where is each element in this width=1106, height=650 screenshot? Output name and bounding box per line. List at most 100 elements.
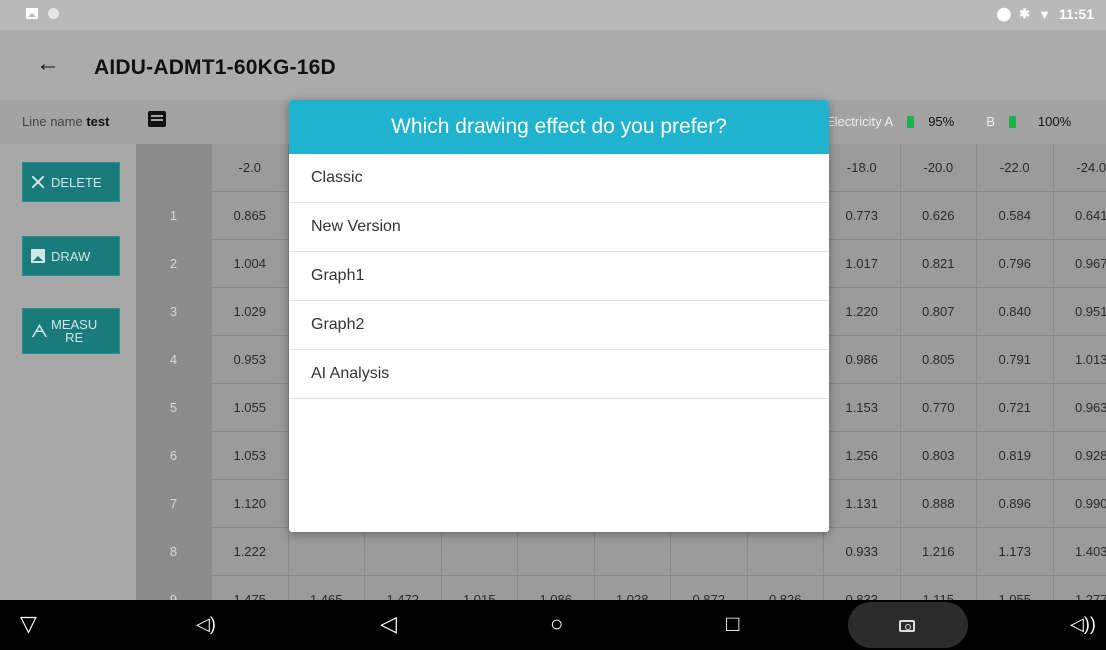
table-cell[interactable]: 1.465 <box>289 576 365 600</box>
table-cell[interactable]: 1.472 <box>365 576 442 600</box>
message-icon[interactable] <box>148 111 166 127</box>
table-cell[interactable] <box>594 528 671 576</box>
location-icon: ⬤ <box>996 6 1012 21</box>
table-row-header: 5 <box>136 384 212 432</box>
table-cell[interactable]: 0.791 <box>977 336 1054 384</box>
option-new-version[interactable]: New Version <box>289 203 829 252</box>
table-cell[interactable]: 1.015 <box>442 576 518 600</box>
table-cell[interactable]: 0.807 <box>900 288 977 336</box>
table-cell[interactable] <box>365 528 442 576</box>
table-cell[interactable]: 1.028 <box>595 576 671 600</box>
table-cell[interactable]: 1.029 <box>212 288 289 336</box>
back-nav-icon[interactable]: ◁ <box>380 612 397 636</box>
option-graph2[interactable]: Graph2 <box>289 301 829 350</box>
table-cell[interactable]: 0.865 <box>212 192 289 240</box>
table-cell[interactable]: 1.131 <box>824 480 901 528</box>
table-cell[interactable]: 0.953 <box>212 336 289 384</box>
status-left <box>26 8 59 19</box>
table-cell[interactable]: 1.053 <box>212 432 289 480</box>
measure-label: MEASU RE <box>51 318 97 344</box>
draw-button[interactable]: DRAW <box>22 236 120 276</box>
bluetooth-icon: ✱ <box>1019 6 1031 21</box>
table-cell[interactable]: 1.222 <box>212 528 289 576</box>
table-corner-cell <box>136 144 212 192</box>
table-cell[interactable]: 0.872 <box>671 576 748 600</box>
table-cell[interactable]: 0.986 <box>824 336 901 384</box>
table-cell[interactable]: 1.055 <box>977 576 1054 600</box>
table-cell[interactable]: 0.770 <box>900 384 977 432</box>
table-header-cell: -20.0 <box>900 144 977 192</box>
electricity-status: Electricity A 95% B 100% <box>826 114 1071 129</box>
table-cell[interactable]: 0.584 <box>977 192 1054 240</box>
delete-button[interactable]: DELETE <box>22 162 120 202</box>
option-graph1[interactable]: Graph1 <box>289 252 829 301</box>
table-cell[interactable]: 0.951 <box>1053 288 1106 336</box>
measure-button[interactable]: ᗅ MEASU RE <box>22 308 120 354</box>
table-cell[interactable] <box>441 528 518 576</box>
table-cell[interactable]: 0.796 <box>977 240 1054 288</box>
table-cell[interactable] <box>747 528 824 576</box>
navigation-bar: ▽ ◁) ◁ ○ □ ◁)) <box>0 600 1106 650</box>
volume-down-icon[interactable]: ◁) <box>196 612 216 636</box>
electricity-label: Electricity A <box>826 114 894 129</box>
table-cell[interactable]: 1.256 <box>824 432 901 480</box>
table-cell[interactable]: 1.475 <box>212 576 289 600</box>
table-cell[interactable]: 0.821 <box>900 240 977 288</box>
table-cell[interactable]: 0.819 <box>977 432 1054 480</box>
table-cell[interactable]: 0.803 <box>900 432 977 480</box>
table-cell[interactable]: 1.220 <box>824 288 901 336</box>
table-cell[interactable]: 0.963 <box>1053 384 1106 432</box>
table-cell[interactable]: 0.805 <box>900 336 977 384</box>
table-header-cell: -24.0 <box>1053 144 1106 192</box>
table-cell[interactable]: 0.888 <box>900 480 977 528</box>
line-name-label: Line name <box>22 114 83 129</box>
line-name-value: test <box>86 114 110 129</box>
drawing-effect-dialog: Which drawing effect do you prefer? Clas… <box>289 100 829 532</box>
measure-icon: ᗅ <box>31 321 48 341</box>
table-cell[interactable]: 0.833 <box>824 576 901 600</box>
table-cell[interactable] <box>671 528 748 576</box>
app-bar: ← AIDU-ADMT1-60KG-16D <box>0 30 1106 100</box>
table-cell[interactable]: 1.153 <box>824 384 901 432</box>
table-cell[interactable]: 0.896 <box>977 480 1054 528</box>
screenshot-icon[interactable] <box>899 620 915 632</box>
option-ai-analysis[interactable]: AI Analysis <box>289 350 829 399</box>
wifi-icon: ▼ <box>1038 6 1051 22</box>
table-cell[interactable] <box>518 528 595 576</box>
table-cell[interactable]: 1.173 <box>977 528 1054 576</box>
table-cell[interactable]: 0.928 <box>1053 432 1106 480</box>
option-classic[interactable]: Classic <box>289 154 829 203</box>
table-cell[interactable]: 0.990 <box>1053 480 1106 528</box>
table-cell[interactable]: 0.840 <box>977 288 1054 336</box>
volume-up-icon[interactable]: ◁)) <box>1070 612 1096 636</box>
table-cell[interactable]: 0.933 <box>824 528 901 576</box>
table-cell[interactable]: 1.120 <box>212 480 289 528</box>
table-cell[interactable]: 1.216 <box>900 528 977 576</box>
delete-label: DELETE <box>51 174 102 190</box>
table-cell[interactable]: 1.403 <box>1053 528 1106 576</box>
arrow-left-icon[interactable]: ← <box>36 52 60 76</box>
table-cell[interactable]: 1.004 <box>212 240 289 288</box>
table-cell[interactable]: 1.086 <box>518 576 595 600</box>
table-cell[interactable]: 1.115 <box>901 576 977 600</box>
table-cell[interactable]: 1.055 <box>212 384 289 432</box>
table-cell[interactable]: 1.013 <box>1053 336 1106 384</box>
table-row-header: 2 <box>136 240 212 288</box>
table-cell[interactable]: 1.277 <box>1054 576 1106 600</box>
table-cell[interactable] <box>288 528 365 576</box>
table-cell[interactable]: 0.826 <box>748 576 824 600</box>
table-cell[interactable]: 0.721 <box>977 384 1054 432</box>
hide-nav-icon[interactable]: ▽ <box>20 612 37 636</box>
line-name: Line name test <box>22 114 109 129</box>
record-notification-icon <box>48 8 59 19</box>
table-cell[interactable]: 0.641 <box>1053 192 1106 240</box>
table-cell[interactable]: 1.017 <box>824 240 901 288</box>
table-cell[interactable]: 0.626 <box>900 192 977 240</box>
recents-nav-icon[interactable]: □ <box>726 612 739 636</box>
home-nav-icon[interactable]: ○ <box>550 612 563 636</box>
status-time: 11:51 <box>1058 6 1094 22</box>
table-cell[interactable]: 0.773 <box>824 192 901 240</box>
table-cell[interactable]: 0.967 <box>1053 240 1106 288</box>
page-title: AIDU-ADMT1-60KG-16D <box>94 56 336 79</box>
table-row-header: 7 <box>136 480 212 528</box>
